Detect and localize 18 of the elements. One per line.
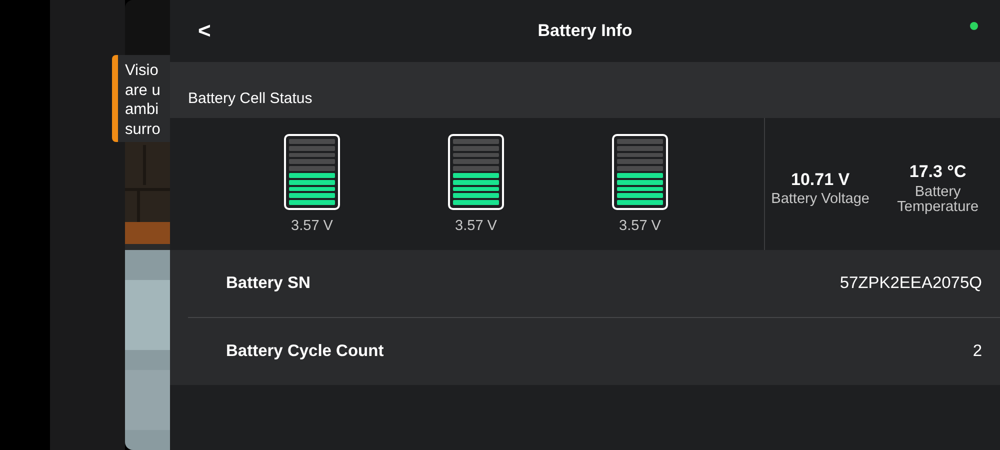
- cell-voltage: 3.57 V: [455, 217, 497, 236]
- stat-label: Battery Voltage: [771, 192, 870, 208]
- stat-label: Battery Temperature: [896, 184, 980, 215]
- stat-value: 17.3 °C: [909, 161, 966, 184]
- detail-value: 2: [972, 341, 982, 362]
- back-button[interactable]: <: [192, 20, 217, 42]
- warning-text: surro: [125, 120, 162, 139]
- detail-value: 57ZPK2EEA2075Q: [840, 273, 982, 294]
- cell-voltage: 3.57 V: [291, 217, 333, 236]
- section-title: Battery Cell Status: [188, 88, 312, 108]
- warning-text: are u: [125, 80, 162, 100]
- window-title: Battery Info: [538, 20, 632, 42]
- cell-voltage: 3.57 V: [619, 217, 661, 236]
- stat-value: 10.71 V: [791, 168, 850, 191]
- detail-label: Battery SN: [226, 273, 310, 294]
- detail-label: Battery Cycle Count: [226, 341, 384, 362]
- warning-text: Visio: [125, 61, 160, 80]
- warning-text: ambi: [125, 100, 160, 120]
